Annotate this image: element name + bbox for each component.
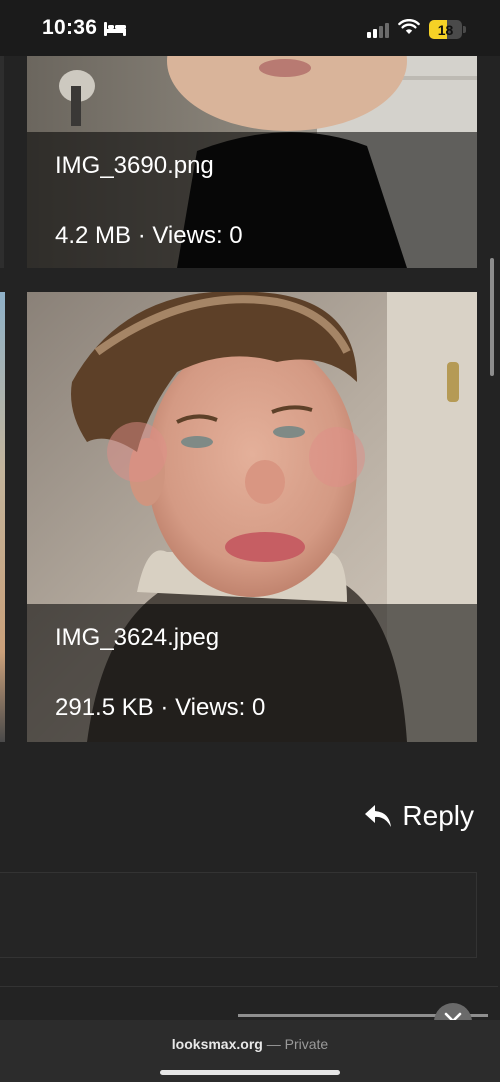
url-separator: — <box>262 1036 285 1052</box>
status-bar: 10:36 18 <box>0 0 500 56</box>
battery-level: 18 <box>437 21 454 38</box>
cellular-signal-icon <box>367 22 389 38</box>
attachment-card[interactable]: IMG_3690.png 4.2 MB · Views: 0 <box>27 56 477 268</box>
previous-thumbnail-edge[interactable] <box>0 56 4 268</box>
scroll-indicator[interactable] <box>490 258 494 376</box>
address-bar[interactable]: looksmax.org — Private <box>0 1036 500 1052</box>
battery-icon: 18 <box>429 20 466 39</box>
attachment-filename[interactable]: IMG_3690.png <box>55 152 214 180</box>
previous-thumbnail-edge-2[interactable] <box>0 292 5 742</box>
reply-button[interactable]: Reply <box>364 800 474 832</box>
attachment-meta: 291.5 KB · Views: 0 <box>55 694 266 721</box>
reply-label: Reply <box>402 800 474 831</box>
browser-bottom-bar: looksmax.org — Private <box>0 1020 500 1082</box>
status-icons: 18 <box>367 18 466 40</box>
reply-arrow-icon <box>364 803 392 829</box>
status-time-group: 10:36 <box>42 16 127 40</box>
attachment-filename[interactable]: IMG_3624.jpeg <box>55 624 219 652</box>
page: 10:36 18 IMG_3690.png 4.2 MB · Views: 0 … <box>0 0 500 1082</box>
wifi-icon <box>398 18 420 40</box>
attachment-meta: 4.2 MB · Views: 0 <box>55 222 243 249</box>
home-indicator[interactable] <box>160 1070 340 1075</box>
bed-icon <box>103 19 127 37</box>
quick-reply-box[interactable] <box>0 872 477 958</box>
private-mode-label: Private <box>284 1036 329 1052</box>
url-domain: looksmax.org <box>171 1036 263 1052</box>
status-time: 10:36 <box>42 16 98 39</box>
attachment-card[interactable]: IMG_3624.jpeg 291.5 KB · Views: 0 <box>27 292 477 742</box>
